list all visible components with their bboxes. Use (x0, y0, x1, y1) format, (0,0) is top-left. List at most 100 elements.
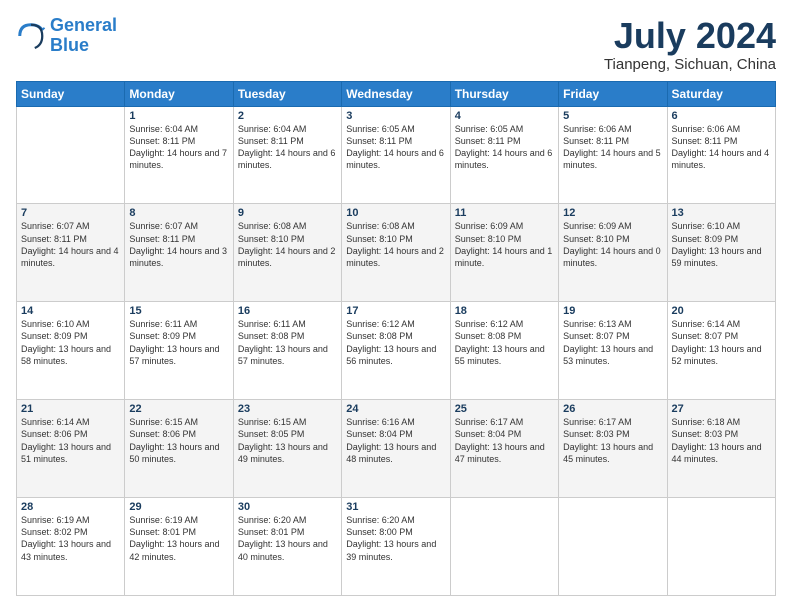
day-number: 3 (346, 110, 445, 122)
day-info: Sunrise: 6:09 AMSunset: 8:10 PMDaylight:… (563, 220, 662, 269)
weekday-header-friday: Friday (559, 81, 667, 106)
day-info: Sunrise: 6:08 AMSunset: 8:10 PMDaylight:… (346, 220, 445, 269)
day-number: 4 (455, 110, 554, 122)
day-info: Sunrise: 6:06 AMSunset: 8:11 PMDaylight:… (672, 123, 771, 172)
calendar-week-row: 28Sunrise: 6:19 AMSunset: 8:02 PMDayligh… (17, 498, 776, 596)
day-number: 10 (346, 207, 445, 219)
calendar-cell: 14Sunrise: 6:10 AMSunset: 8:09 PMDayligh… (17, 302, 125, 400)
day-info: Sunrise: 6:10 AMSunset: 8:09 PMDaylight:… (21, 318, 120, 367)
day-info: Sunrise: 6:17 AMSunset: 8:03 PMDaylight:… (563, 416, 662, 465)
day-number: 20 (672, 305, 771, 317)
page: General Blue July 2024 Tianpeng, Sichuan… (0, 0, 792, 612)
day-info: Sunrise: 6:10 AMSunset: 8:09 PMDaylight:… (672, 220, 771, 269)
day-number: 6 (672, 110, 771, 122)
weekday-header-monday: Monday (125, 81, 233, 106)
weekday-header-tuesday: Tuesday (233, 81, 341, 106)
logo: General Blue (16, 16, 117, 56)
day-info: Sunrise: 6:14 AMSunset: 8:07 PMDaylight:… (672, 318, 771, 367)
calendar-cell: 21Sunrise: 6:14 AMSunset: 8:06 PMDayligh… (17, 400, 125, 498)
calendar-cell (667, 498, 775, 596)
day-info: Sunrise: 6:12 AMSunset: 8:08 PMDaylight:… (346, 318, 445, 367)
calendar-cell: 7Sunrise: 6:07 AMSunset: 8:11 PMDaylight… (17, 204, 125, 302)
calendar-cell: 2Sunrise: 6:04 AMSunset: 8:11 PMDaylight… (233, 106, 341, 204)
day-info: Sunrise: 6:04 AMSunset: 8:11 PMDaylight:… (129, 123, 228, 172)
calendar-cell: 19Sunrise: 6:13 AMSunset: 8:07 PMDayligh… (559, 302, 667, 400)
calendar-cell: 12Sunrise: 6:09 AMSunset: 8:10 PMDayligh… (559, 204, 667, 302)
calendar-cell: 15Sunrise: 6:11 AMSunset: 8:09 PMDayligh… (125, 302, 233, 400)
day-number: 13 (672, 207, 771, 219)
day-info: Sunrise: 6:20 AMSunset: 8:01 PMDaylight:… (238, 514, 337, 563)
header: General Blue July 2024 Tianpeng, Sichuan… (16, 16, 776, 73)
title-location: Tianpeng, Sichuan, China (604, 56, 776, 73)
calendar-cell: 30Sunrise: 6:20 AMSunset: 8:01 PMDayligh… (233, 498, 341, 596)
day-info: Sunrise: 6:07 AMSunset: 8:11 PMDaylight:… (129, 220, 228, 269)
day-info: Sunrise: 6:04 AMSunset: 8:11 PMDaylight:… (238, 123, 337, 172)
title-month: July 2024 (604, 16, 776, 56)
day-info: Sunrise: 6:08 AMSunset: 8:10 PMDaylight:… (238, 220, 337, 269)
calendar-cell: 6Sunrise: 6:06 AMSunset: 8:11 PMDaylight… (667, 106, 775, 204)
logo-icon (16, 21, 46, 51)
day-info: Sunrise: 6:15 AMSunset: 8:05 PMDaylight:… (238, 416, 337, 465)
day-number: 28 (21, 501, 120, 513)
day-number: 24 (346, 403, 445, 415)
day-number: 21 (21, 403, 120, 415)
calendar-cell: 13Sunrise: 6:10 AMSunset: 8:09 PMDayligh… (667, 204, 775, 302)
day-info: Sunrise: 6:18 AMSunset: 8:03 PMDaylight:… (672, 416, 771, 465)
title-block: July 2024 Tianpeng, Sichuan, China (604, 16, 776, 73)
day-info: Sunrise: 6:07 AMSunset: 8:11 PMDaylight:… (21, 220, 120, 269)
calendar-cell: 23Sunrise: 6:15 AMSunset: 8:05 PMDayligh… (233, 400, 341, 498)
day-number: 5 (563, 110, 662, 122)
day-number: 15 (129, 305, 228, 317)
day-number: 9 (238, 207, 337, 219)
day-info: Sunrise: 6:14 AMSunset: 8:06 PMDaylight:… (21, 416, 120, 465)
calendar-cell: 29Sunrise: 6:19 AMSunset: 8:01 PMDayligh… (125, 498, 233, 596)
day-number: 11 (455, 207, 554, 219)
calendar-header-row: SundayMondayTuesdayWednesdayThursdayFrid… (17, 81, 776, 106)
day-number: 22 (129, 403, 228, 415)
weekday-header-wednesday: Wednesday (342, 81, 450, 106)
day-number: 2 (238, 110, 337, 122)
day-number: 16 (238, 305, 337, 317)
day-info: Sunrise: 6:11 AMSunset: 8:09 PMDaylight:… (129, 318, 228, 367)
calendar-cell: 1Sunrise: 6:04 AMSunset: 8:11 PMDaylight… (125, 106, 233, 204)
day-number: 25 (455, 403, 554, 415)
weekday-header-saturday: Saturday (667, 81, 775, 106)
day-info: Sunrise: 6:19 AMSunset: 8:01 PMDaylight:… (129, 514, 228, 563)
day-number: 17 (346, 305, 445, 317)
calendar-cell: 20Sunrise: 6:14 AMSunset: 8:07 PMDayligh… (667, 302, 775, 400)
calendar-cell: 3Sunrise: 6:05 AMSunset: 8:11 PMDaylight… (342, 106, 450, 204)
day-number: 1 (129, 110, 228, 122)
day-info: Sunrise: 6:05 AMSunset: 8:11 PMDaylight:… (346, 123, 445, 172)
day-number: 12 (563, 207, 662, 219)
calendar-week-row: 14Sunrise: 6:10 AMSunset: 8:09 PMDayligh… (17, 302, 776, 400)
day-number: 8 (129, 207, 228, 219)
day-number: 27 (672, 403, 771, 415)
calendar-cell (450, 498, 558, 596)
calendar-table: SundayMondayTuesdayWednesdayThursdayFrid… (16, 81, 776, 596)
day-number: 31 (346, 501, 445, 513)
day-info: Sunrise: 6:19 AMSunset: 8:02 PMDaylight:… (21, 514, 120, 563)
calendar-cell: 28Sunrise: 6:19 AMSunset: 8:02 PMDayligh… (17, 498, 125, 596)
calendar-week-row: 21Sunrise: 6:14 AMSunset: 8:06 PMDayligh… (17, 400, 776, 498)
day-info: Sunrise: 6:17 AMSunset: 8:04 PMDaylight:… (455, 416, 554, 465)
calendar-cell: 9Sunrise: 6:08 AMSunset: 8:10 PMDaylight… (233, 204, 341, 302)
day-number: 23 (238, 403, 337, 415)
calendar-cell: 18Sunrise: 6:12 AMSunset: 8:08 PMDayligh… (450, 302, 558, 400)
day-number: 26 (563, 403, 662, 415)
day-number: 14 (21, 305, 120, 317)
calendar-week-row: 1Sunrise: 6:04 AMSunset: 8:11 PMDaylight… (17, 106, 776, 204)
day-number: 7 (21, 207, 120, 219)
calendar-week-row: 7Sunrise: 6:07 AMSunset: 8:11 PMDaylight… (17, 204, 776, 302)
calendar-cell: 8Sunrise: 6:07 AMSunset: 8:11 PMDaylight… (125, 204, 233, 302)
day-info: Sunrise: 6:09 AMSunset: 8:10 PMDaylight:… (455, 220, 554, 269)
day-info: Sunrise: 6:06 AMSunset: 8:11 PMDaylight:… (563, 123, 662, 172)
calendar-cell: 22Sunrise: 6:15 AMSunset: 8:06 PMDayligh… (125, 400, 233, 498)
weekday-header-thursday: Thursday (450, 81, 558, 106)
calendar-cell (17, 106, 125, 204)
day-info: Sunrise: 6:12 AMSunset: 8:08 PMDaylight:… (455, 318, 554, 367)
logo-line2: Blue (50, 35, 89, 55)
calendar-cell: 27Sunrise: 6:18 AMSunset: 8:03 PMDayligh… (667, 400, 775, 498)
logo-text: General Blue (50, 16, 117, 56)
day-info: Sunrise: 6:20 AMSunset: 8:00 PMDaylight:… (346, 514, 445, 563)
day-info: Sunrise: 6:15 AMSunset: 8:06 PMDaylight:… (129, 416, 228, 465)
